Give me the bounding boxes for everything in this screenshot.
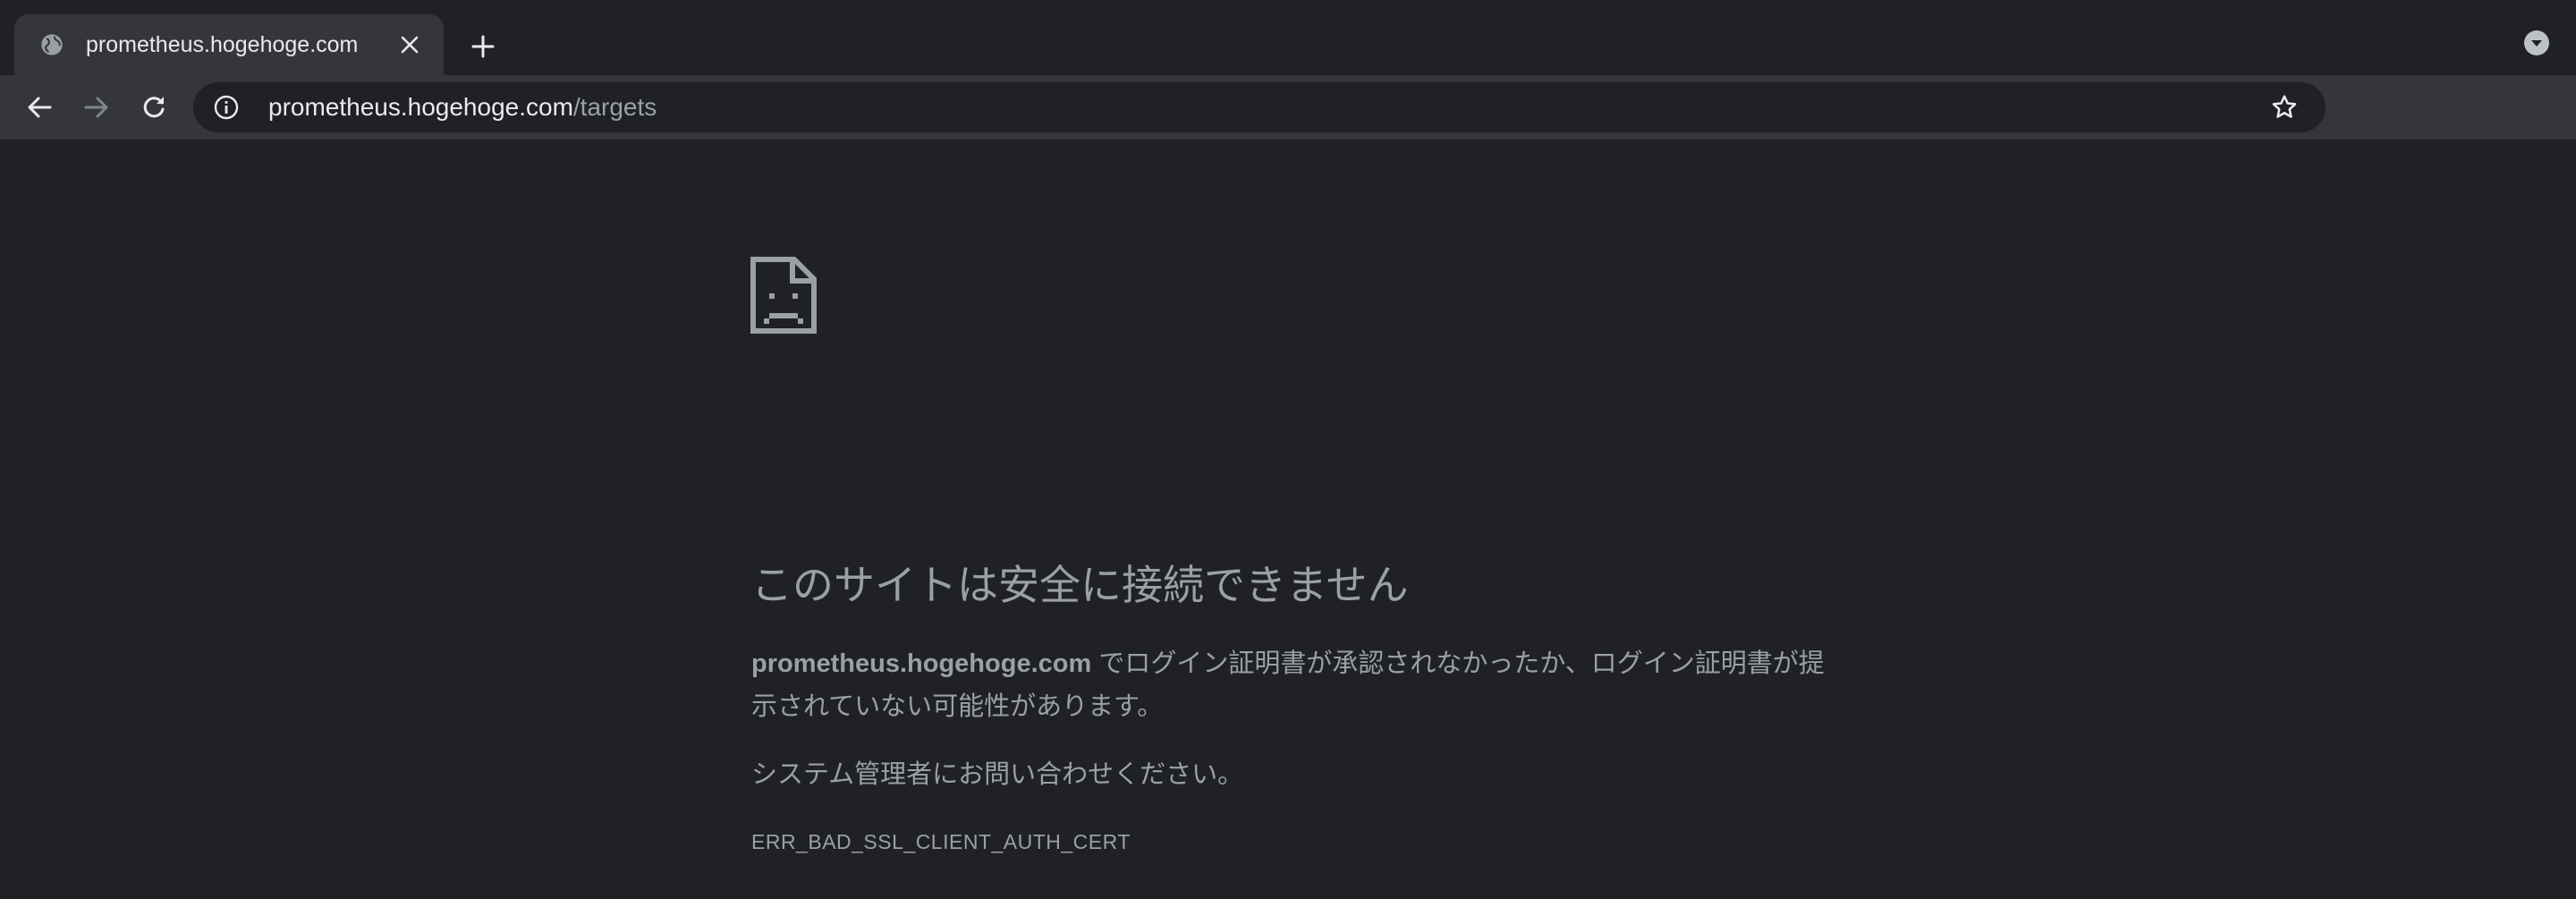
tab-title: prometheus.hogehoge.com (86, 31, 359, 57)
forward-button[interactable] (77, 88, 116, 127)
error-description: prometheus.hogehoge.com でログイン証明書が承認されなかっ… (751, 642, 1825, 728)
chevron-down-circle-icon (2524, 30, 2549, 55)
tab-search-button[interactable] (2521, 27, 2553, 59)
sad-document-icon (750, 257, 817, 334)
browser-toolbar: prometheus.hogehoge.com/targets (0, 75, 2576, 140)
arrow-right-icon (84, 97, 108, 118)
new-tab-button[interactable] (463, 27, 503, 66)
reload-button[interactable] (134, 88, 174, 127)
page-title: このサイトは安全に接続できません (751, 562, 1409, 608)
back-button[interactable] (20, 88, 59, 127)
star-icon[interactable] (2267, 89, 2302, 125)
plus-icon (471, 35, 495, 58)
error-advice: システム管理者にお問い合わせください。 (751, 760, 1244, 789)
url-host: prometheus.hogehoge.com (268, 93, 573, 121)
error-page (0, 140, 2576, 899)
error-code: ERR_BAD_SSL_CLIENT_AUTH_CERT (751, 830, 1131, 853)
browser-tab[interactable]: prometheus.hogehoge.com (14, 14, 444, 75)
arrow-left-icon (28, 97, 52, 118)
url-path: /targets (572, 93, 657, 121)
reload-icon (143, 97, 165, 118)
error-host: prometheus.hogehoge.com (751, 649, 1092, 678)
url-text[interactable]: prometheus.hogehoge.com/targets (268, 93, 2267, 122)
tab-strip: prometheus.hogehoge.com (0, 0, 2576, 75)
address-bar[interactable]: prometheus.hogehoge.com/targets (193, 82, 2326, 132)
globe-icon (38, 30, 66, 59)
info-icon[interactable] (211, 92, 242, 123)
close-icon[interactable] (394, 29, 426, 61)
